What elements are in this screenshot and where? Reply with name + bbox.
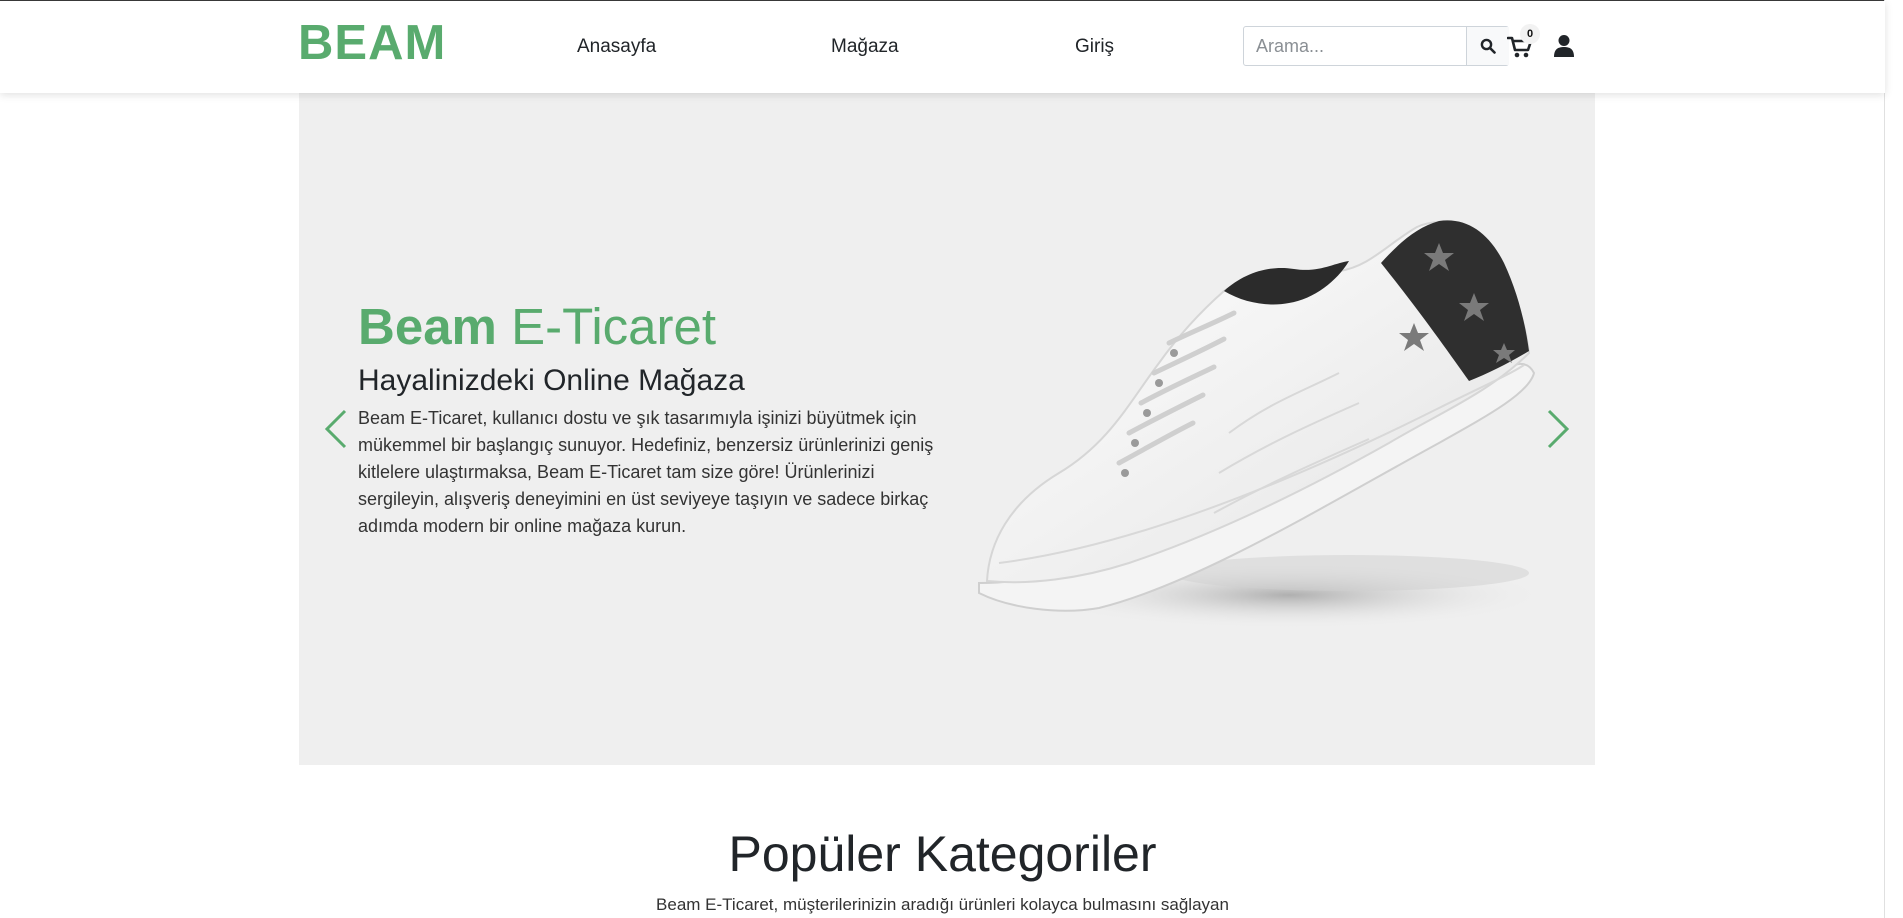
hero-title-bold: Beam	[358, 298, 497, 355]
popular-categories-title: Popüler Kategoriler	[728, 826, 1157, 882]
chevron-left-icon[interactable]	[319, 405, 353, 453]
hero-title: Beam E-Ticaret	[358, 299, 716, 355]
nav-link-login[interactable]: Giriş	[1075, 35, 1114, 59]
brand-logo[interactable]: BEAM	[298, 19, 446, 68]
popular-categories-description: Beam E-Ticaret, müşterilerinizin aradığı…	[656, 895, 1229, 914]
search-icon	[1480, 38, 1496, 54]
search-box	[1243, 26, 1509, 66]
hero-carousel: Beam E-Ticaret Hayalinizdeki Online Mağa…	[299, 93, 1595, 765]
nav-link-home[interactable]: Anasayfa	[577, 35, 656, 59]
hero-subtitle: Hayalinizdeki Online Mağaza	[358, 364, 745, 397]
sneaker-image	[978, 220, 1539, 629]
vertical-scrollbar[interactable]	[1884, 0, 1903, 918]
navbar: BEAM Anasayfa Mağaza Giriş 0	[0, 1, 1885, 93]
search-input[interactable]	[1244, 27, 1466, 65]
cart-count-badge: 0	[1520, 24, 1540, 44]
chevron-right-icon[interactable]	[1541, 405, 1575, 453]
hero-title-light: E-Ticaret	[511, 298, 717, 355]
search-button[interactable]	[1466, 27, 1509, 65]
nav-link-shop[interactable]: Mağaza	[831, 35, 899, 59]
hero-description: Beam E-Ticaret, kullanıcı dostu ve şık t…	[358, 408, 934, 536]
user-icon[interactable]	[1553, 34, 1575, 58]
